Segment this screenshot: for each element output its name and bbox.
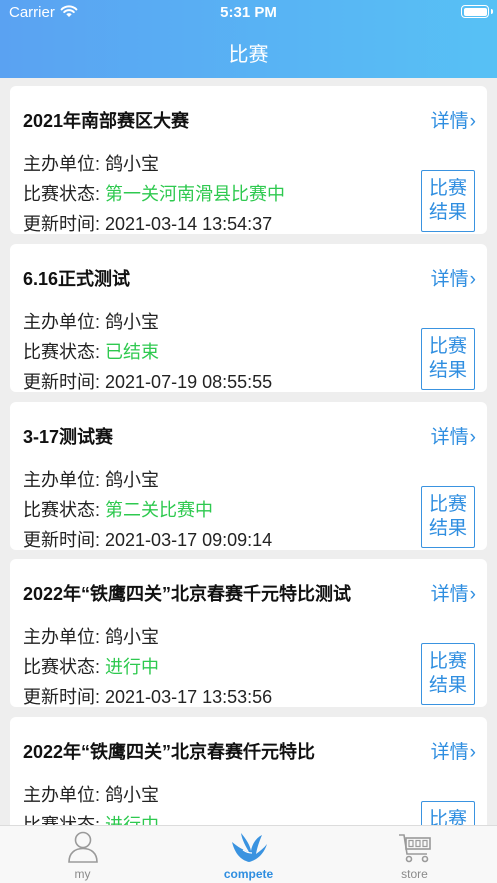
- result-label-line1: 比赛: [428, 178, 467, 199]
- chevron-right-icon: ›: [469, 742, 476, 763]
- organizer-value: 鸽小宝: [105, 627, 160, 647]
- result-label-line2: 结果: [428, 675, 467, 696]
- competition-card: 2022年“铁鹰四关”北京春赛仟元特比 详情› 主办单位: 鸽小宝 比赛状态: …: [10, 717, 487, 825]
- tab-compete[interactable]: compete: [166, 826, 331, 883]
- tab-my[interactable]: my: [0, 826, 165, 883]
- organizer-label: 主办单位:: [23, 312, 106, 332]
- organizer-value: 鸽小宝: [105, 470, 160, 490]
- chevron-right-icon: ›: [469, 269, 476, 290]
- status-label: 比赛状态:: [23, 342, 106, 362]
- chevron-right-icon: ›: [469, 427, 476, 448]
- organizer-value: 鸽小宝: [105, 312, 160, 332]
- status-label: 比赛状态:: [23, 184, 106, 204]
- pigeon-wings-icon: [229, 830, 269, 869]
- chevron-right-icon: ›: [469, 111, 476, 132]
- result-label-line2: 结果: [428, 518, 467, 539]
- tab-store[interactable]: store: [332, 826, 497, 883]
- status-bar: Carrier 5:31 PM: [0, 0, 497, 26]
- organizer-label: 主办单位:: [23, 785, 106, 805]
- organizer-row: 主办单位: 鸽小宝: [23, 466, 159, 492]
- updated-label: 更新时间:: [23, 530, 106, 550]
- updated-label: 更新时间:: [23, 372, 106, 392]
- competition-card: 3-17测试赛 详情› 主办单位: 鸽小宝 比赛状态: 第二关比赛中 更新时间:…: [10, 402, 487, 550]
- competition-result-button[interactable]: 比赛结果: [421, 643, 475, 705]
- details-link[interactable]: 详情›: [431, 422, 476, 449]
- details-label: 详情: [430, 742, 469, 763]
- tab-label: store: [401, 867, 428, 881]
- competition-card: 2022年“铁鹰四关”北京春赛千元特比测试 详情› 主办单位: 鸽小宝 比赛状态…: [10, 559, 487, 707]
- result-label-line1: 比赛: [428, 651, 467, 672]
- organizer-row: 主办单位: 鸽小宝: [23, 308, 159, 334]
- competition-title: 2022年“铁鹰四关”北京春赛千元特比测试: [23, 584, 352, 604]
- shopping-cart-icon: [398, 830, 432, 869]
- details-label: 详情: [430, 584, 469, 605]
- details-link[interactable]: 详情›: [431, 106, 476, 133]
- result-label-line2: 结果: [428, 202, 467, 223]
- updated-row: 更新时间: 2021-03-17 09:09:14: [23, 526, 272, 552]
- status-value: 进行中: [105, 657, 160, 677]
- status-row: 比赛状态: 进行中: [23, 811, 159, 825]
- status-row: 比赛状态: 第一关河南滑县比赛中: [23, 180, 285, 206]
- nav-header: Carrier 5:31 PM 比赛: [0, 0, 497, 78]
- details-link[interactable]: 详情›: [431, 737, 476, 764]
- status-label: 比赛状态:: [23, 500, 106, 520]
- chevron-right-icon: ›: [469, 584, 476, 605]
- updated-value: 2021-03-17 09:09:14: [105, 530, 273, 550]
- result-label-line2: 结果: [428, 360, 467, 381]
- competition-title: 6.16正式测试: [23, 269, 131, 289]
- details-label: 详情: [430, 427, 469, 448]
- competition-result-button[interactable]: 比赛结果: [421, 801, 475, 825]
- updated-value: 2021-03-14 13:54:37: [105, 214, 273, 234]
- organizer-label: 主办单位:: [23, 154, 106, 174]
- organizer-row: 主办单位: 鸽小宝: [23, 781, 159, 807]
- details-link[interactable]: 详情›: [431, 264, 476, 291]
- status-value: 第一关河南滑县比赛中: [105, 184, 286, 204]
- updated-row: 更新时间: 2021-03-14 13:54:37: [23, 210, 272, 236]
- details-label: 详情: [430, 111, 469, 132]
- battery-icon: [461, 5, 493, 18]
- updated-value: 2021-07-19 08:55:55: [105, 372, 273, 392]
- competition-title: 2021年南部赛区大赛: [23, 111, 190, 131]
- status-row: 比赛状态: 已结束: [23, 338, 159, 364]
- competition-result-button[interactable]: 比赛结果: [421, 486, 475, 548]
- competition-result-button[interactable]: 比赛结果: [421, 328, 475, 390]
- competition-card: 2021年南部赛区大赛 详情› 主办单位: 鸽小宝 比赛状态: 第一关河南滑县比…: [10, 86, 487, 234]
- person-icon: [67, 830, 99, 869]
- organizer-label: 主办单位:: [23, 627, 106, 647]
- status-row: 比赛状态: 进行中: [23, 653, 159, 679]
- updated-row: 更新时间: 2021-07-19 08:55:55: [23, 368, 272, 394]
- result-label-line1: 比赛: [428, 809, 467, 825]
- updated-label: 更新时间:: [23, 687, 106, 707]
- organizer-value: 鸽小宝: [105, 154, 160, 174]
- status-value: 第二关比赛中: [105, 500, 214, 520]
- status-label: 比赛状态:: [23, 815, 106, 825]
- tab-label: compete: [223, 867, 274, 881]
- page-title: 比赛: [228, 44, 269, 66]
- organizer-row: 主办单位: 鸽小宝: [23, 623, 159, 649]
- tab-bar: my compete store: [0, 825, 497, 883]
- competition-list[interactable]: 2021年南部赛区大赛 详情› 主办单位: 鸽小宝 比赛状态: 第一关河南滑县比…: [0, 78, 497, 825]
- updated-value: 2021-03-17 13:53:56: [105, 687, 273, 707]
- competition-result-button[interactable]: 比赛结果: [421, 170, 475, 232]
- result-label-line1: 比赛: [428, 336, 467, 357]
- details-label: 详情: [430, 269, 469, 290]
- result-label-line1: 比赛: [428, 494, 467, 515]
- tab-label: my: [74, 867, 91, 881]
- status-value: 已结束: [105, 342, 160, 362]
- competition-title: 2022年“铁鹰四关”北京春赛仟元特比: [23, 742, 316, 762]
- updated-label: 更新时间:: [23, 214, 106, 234]
- status-row: 比赛状态: 第二关比赛中: [23, 496, 213, 522]
- organizer-value: 鸽小宝: [105, 785, 160, 805]
- updated-row: 更新时间: 2021-03-17 13:53:56: [23, 683, 272, 709]
- organizer-row: 主办单位: 鸽小宝: [23, 150, 159, 176]
- competition-card: 6.16正式测试 详情› 主办单位: 鸽小宝 比赛状态: 已结束 更新时间: 2…: [10, 244, 487, 392]
- details-link[interactable]: 详情›: [431, 579, 476, 606]
- clock: 5:31 PM: [220, 4, 277, 21]
- competition-title: 3-17测试赛: [23, 427, 114, 447]
- organizer-label: 主办单位:: [23, 470, 106, 490]
- status-value: 进行中: [105, 815, 160, 825]
- status-label: 比赛状态:: [23, 657, 106, 677]
